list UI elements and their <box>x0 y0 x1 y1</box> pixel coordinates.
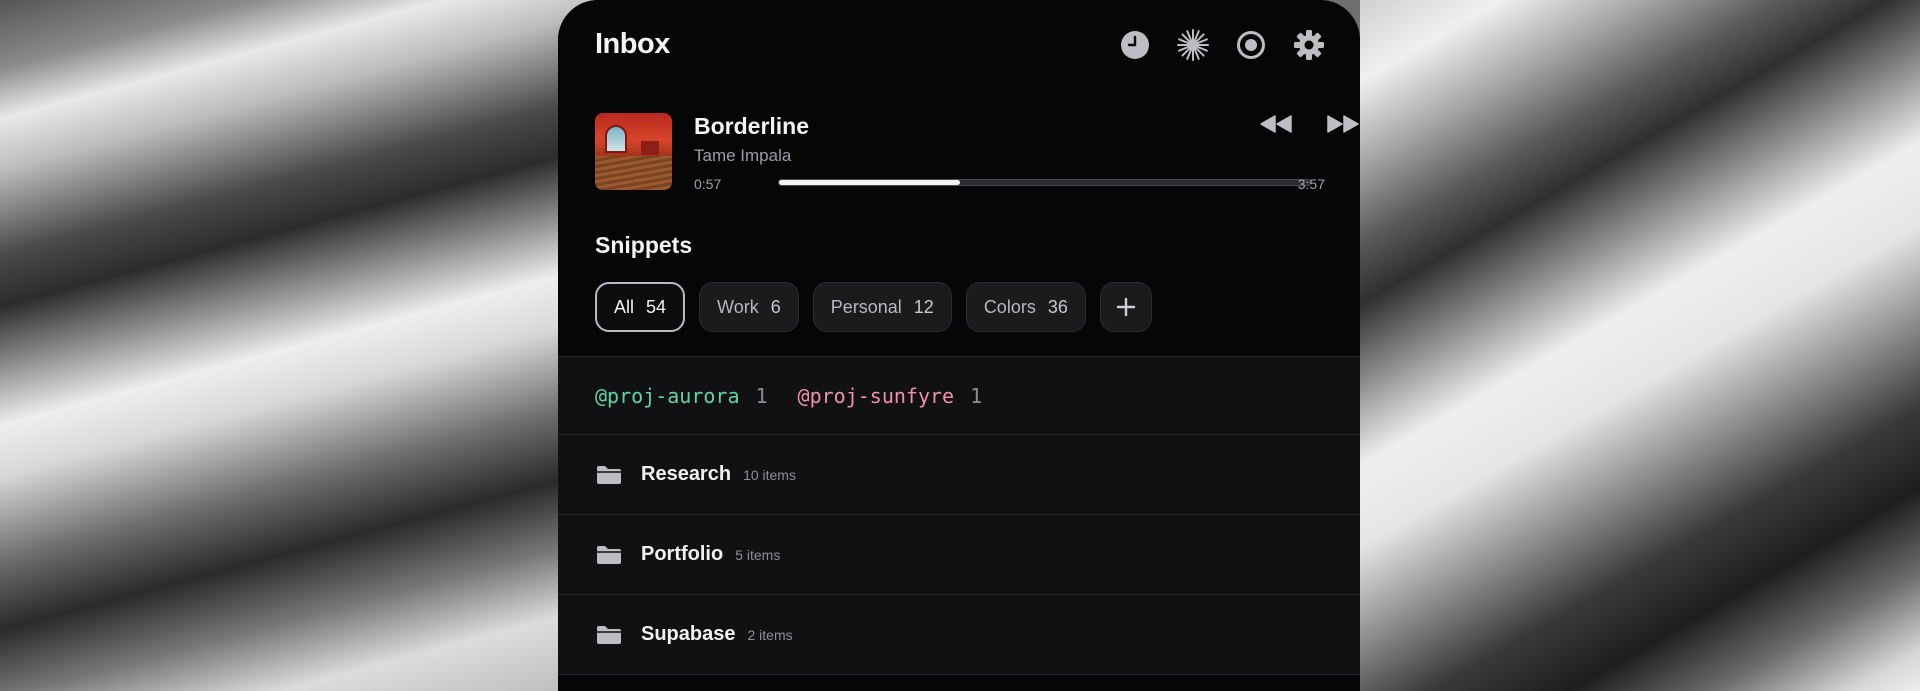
background-left <box>0 0 600 691</box>
snippets-heading: Snippets <box>595 232 693 258</box>
folder-count: 5 items <box>735 546 781 563</box>
top-section: Inbox Borderline Tame Impala 0:57 3:57 S… <box>558 0 1360 356</box>
fast-forward-button[interactable] <box>1325 113 1360 135</box>
rewind-button[interactable] <box>1258 113 1294 135</box>
folder-row-supabase[interactable]: Supabase 2 items <box>558 595 1360 675</box>
album-art-window <box>605 125 627 153</box>
chip-colors[interactable]: Colors 36 <box>965 282 1086 332</box>
total-time: 3:57 <box>1297 176 1325 192</box>
page-title: Inbox <box>595 28 670 60</box>
tag-proj-aurora[interactable]: @proj-aurora 1 <box>595 384 768 408</box>
tag-proj-sunfyre[interactable]: @proj-sunfyre 1 <box>798 384 983 408</box>
tag-name: @proj-aurora <box>595 383 740 408</box>
music-player: Borderline Tame Impala 0:57 3:57 <box>595 113 1359 193</box>
inbox-list: @proj-aurora 1 @proj-sunfyre 1 Research … <box>558 356 1360 675</box>
chip-count: 36 <box>1047 296 1068 317</box>
gear-icon[interactable] <box>1292 28 1326 62</box>
chip-all[interactable]: All 54 <box>595 282 686 332</box>
song-title: Borderline <box>694 113 810 139</box>
folder-name: Research <box>641 463 732 485</box>
album-art[interactable] <box>595 113 672 190</box>
progress-fill <box>779 180 960 185</box>
folder-row-research[interactable]: Research 10 items <box>558 435 1360 515</box>
album-art-box <box>641 141 659 155</box>
background-right <box>1360 0 1920 691</box>
album-art-sand <box>595 156 672 190</box>
folder-name: Supabase <box>641 623 736 645</box>
folder-icon <box>597 545 621 564</box>
tag-count: 1 <box>970 383 983 408</box>
sparkle-icon[interactable] <box>1176 28 1210 62</box>
header-icons <box>1118 28 1326 62</box>
chip-personal[interactable]: Personal 12 <box>812 282 952 332</box>
chip-count: 6 <box>770 296 781 317</box>
chip-label: Colors <box>983 296 1036 317</box>
folder-icon <box>597 465 621 484</box>
inbox-window: Inbox Borderline Tame Impala 0:57 3:57 S… <box>558 0 1360 691</box>
rewind-icon <box>1260 115 1292 133</box>
chip-label: All <box>614 296 635 317</box>
chip-work[interactable]: Work 6 <box>699 282 799 332</box>
folder-count: 2 items <box>747 626 793 643</box>
add-chip-button[interactable] <box>1099 282 1152 332</box>
current-time: 0:57 <box>694 176 722 192</box>
clock-icon[interactable] <box>1118 28 1152 62</box>
snippet-filter-chips: All 54 Work 6 Personal 12 Colors 36 <box>595 282 1152 332</box>
folder-icon <box>597 625 621 644</box>
fast-forward-icon <box>1327 115 1359 133</box>
folder-name: Portfolio <box>641 543 724 565</box>
project-tags-row: @proj-aurora 1 @proj-sunfyre 1 <box>558 356 1360 435</box>
tag-count: 1 <box>755 383 768 408</box>
chip-count: 54 <box>646 296 667 317</box>
chip-count: 12 <box>913 296 934 317</box>
progress-bar[interactable] <box>778 179 1311 186</box>
folder-count: 10 items <box>743 466 796 483</box>
chip-label: Personal <box>830 296 902 317</box>
folder-row-portfolio[interactable]: Portfolio 5 items <box>558 515 1360 595</box>
record-icon[interactable] <box>1234 28 1268 62</box>
plus-icon <box>1116 297 1136 317</box>
song-artist: Tame Impala <box>694 146 792 165</box>
tag-name: @proj-sunfyre <box>797 383 955 408</box>
chip-label: Work <box>717 296 759 317</box>
